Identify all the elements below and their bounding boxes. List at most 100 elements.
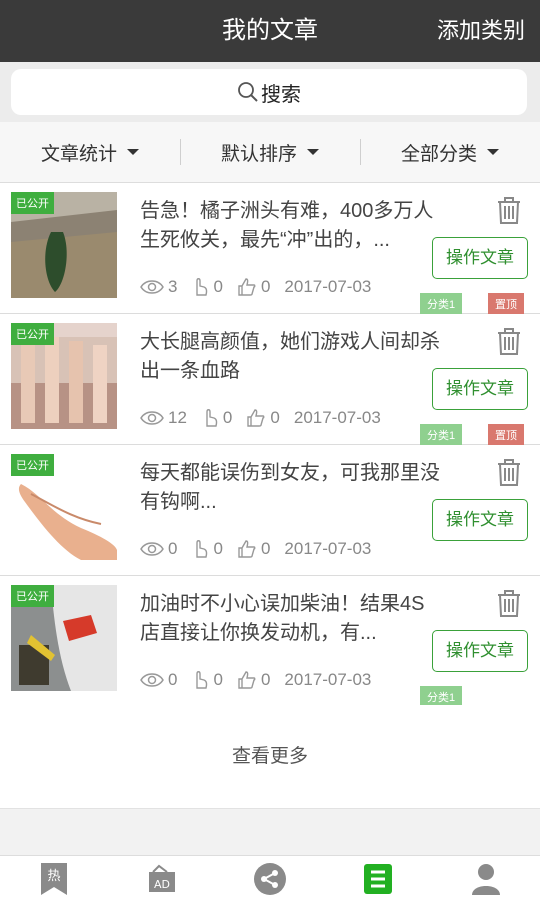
filter-category[interactable]: 全部分类 bbox=[360, 122, 540, 182]
article-title[interactable]: 加油时不小心误加柴油！结果4S店直接让你换发动机，有... bbox=[140, 590, 440, 648]
pinned-tag: 置顶 bbox=[488, 293, 524, 315]
category-tag: 分类1 bbox=[420, 293, 463, 315]
bottom-tab-bar: 热 AD bbox=[0, 855, 540, 901]
search-input[interactable]: 搜索 bbox=[11, 69, 527, 115]
tap-hand-icon bbox=[206, 409, 218, 427]
article-item[interactable]: 已公开 加油时不小心误加柴油！结果4S店直接让你换发动机，有... 0 0 0 … bbox=[0, 576, 540, 708]
thumbs-up-icon bbox=[247, 409, 265, 427]
article-thumbnail[interactable]: 已公开 bbox=[11, 192, 117, 298]
svg-text:AD: AD bbox=[154, 878, 170, 891]
thumbs-up-icon bbox=[238, 671, 256, 689]
views-count: 0 bbox=[168, 539, 178, 558]
caret-down-icon bbox=[127, 149, 139, 155]
user-icon bbox=[472, 863, 500, 895]
tap-hand-icon bbox=[196, 540, 208, 558]
tap-hand-icon bbox=[196, 671, 208, 689]
clicks-stat: 0 bbox=[201, 408, 232, 428]
views-stat: 0 bbox=[140, 670, 177, 690]
operate-article-button[interactable]: 操作文章 bbox=[432, 368, 528, 410]
filter-label: 全部分类 bbox=[400, 143, 477, 165]
article-thumbnail[interactable]: 已公开 bbox=[11, 323, 117, 429]
trash-icon[interactable] bbox=[494, 457, 524, 487]
clicks-stat: 0 bbox=[191, 277, 223, 297]
article-item[interactable]: 已公开 告急！橘子洲头有难，400多万人生死攸关，最先“冲”出的，... 3 0… bbox=[0, 183, 540, 315]
status-badge: 已公开 bbox=[11, 323, 54, 345]
article-title[interactable]: 每天都能误伤到女友，可我那里没有钩啊... bbox=[140, 459, 440, 517]
article-item[interactable]: 已公开 大长腿高颜值，她们游戏人间却杀出一条血路 12 0 0 2017-07-… bbox=[0, 314, 540, 446]
clicks-stat: 0 bbox=[191, 539, 223, 559]
thumbs-up-icon bbox=[238, 278, 256, 296]
article-stats: 0 0 0 2017-07-03 bbox=[140, 537, 385, 561]
article-title[interactable]: 告急！橘子洲头有难，400多万人生死攸关，最先“冲”出的，... bbox=[140, 197, 440, 255]
likes-count: 0 bbox=[270, 408, 280, 427]
eye-icon bbox=[140, 542, 164, 556]
filter-label: 文章统计 bbox=[40, 143, 117, 165]
status-badge: 已公开 bbox=[11, 192, 54, 214]
tab-articles[interactable] bbox=[324, 856, 432, 901]
caret-down-icon bbox=[307, 149, 319, 155]
filter-article-stats[interactable]: 文章统计 bbox=[0, 122, 180, 182]
filter-label: 默认排序 bbox=[220, 143, 297, 165]
clicks-count: 0 bbox=[213, 277, 223, 296]
eye-icon bbox=[140, 280, 164, 294]
top-bar: 我的文章 添加类别 bbox=[0, 0, 540, 62]
operate-article-button[interactable]: 操作文章 bbox=[432, 499, 528, 541]
tab-hot[interactable]: 热 bbox=[0, 856, 108, 901]
article-list: 已公开 告急！橘子洲头有难，400多万人生死攸关，最先“冲”出的，... 3 0… bbox=[0, 183, 540, 708]
article-date: 2017-07-03 bbox=[284, 277, 372, 296]
article-title[interactable]: 大长腿高颜值，她们游戏人间却杀出一条血路 bbox=[140, 328, 440, 386]
load-more-button[interactable]: 查看更多 bbox=[0, 705, 540, 809]
share-icon bbox=[254, 862, 286, 895]
add-category-button[interactable]: 添加类别 bbox=[437, 0, 525, 62]
trash-icon[interactable] bbox=[494, 326, 524, 356]
operate-article-button[interactable]: 操作文章 bbox=[432, 630, 528, 672]
svg-text:热: 热 bbox=[47, 869, 60, 884]
views-count: 3 bbox=[168, 277, 178, 296]
likes-count: 0 bbox=[260, 670, 271, 689]
article-stats: 12 0 0 2017-07-03 bbox=[140, 406, 395, 430]
views-stat: 0 bbox=[140, 539, 177, 559]
thumbs-up-icon bbox=[238, 540, 256, 558]
likes-stat: 0 bbox=[237, 539, 270, 559]
caret-down-icon bbox=[487, 149, 499, 155]
search-icon bbox=[238, 82, 258, 102]
search-bar: 搜索 bbox=[0, 62, 540, 122]
views-count: 12 bbox=[168, 408, 187, 427]
eye-icon bbox=[140, 673, 164, 687]
views-stat: 12 bbox=[140, 408, 187, 428]
operate-article-button[interactable]: 操作文章 bbox=[432, 237, 528, 279]
clicks-stat: 0 bbox=[191, 670, 223, 690]
category-tag: 分类1 bbox=[420, 424, 463, 446]
clicks-count: 0 bbox=[222, 408, 233, 427]
article-item[interactable]: 已公开 每天都能误伤到女友，可我那里没有钩啊... 0 0 0 2017-07-… bbox=[0, 445, 540, 576]
clicks-count: 0 bbox=[213, 670, 223, 689]
search-label: 搜索 bbox=[261, 83, 301, 106]
filter-sort[interactable]: 默认排序 bbox=[180, 122, 360, 182]
likes-stat: 0 bbox=[237, 670, 270, 690]
article-stats: 3 0 0 2017-07-03 bbox=[140, 275, 385, 299]
hot-bookmark-icon: 热 bbox=[41, 862, 67, 895]
article-date: 2017-07-03 bbox=[293, 408, 381, 427]
likes-stat: 0 bbox=[246, 408, 280, 428]
status-badge: 已公开 bbox=[11, 585, 54, 607]
likes-count: 0 bbox=[260, 277, 271, 296]
tab-ad[interactable]: AD bbox=[108, 856, 216, 901]
likes-stat: 0 bbox=[237, 277, 270, 297]
clicks-count: 0 bbox=[213, 539, 223, 558]
views-count: 0 bbox=[168, 670, 178, 689]
views-stat: 3 bbox=[140, 277, 177, 297]
trash-icon[interactable] bbox=[494, 588, 524, 618]
eye-icon bbox=[140, 411, 164, 425]
tab-share[interactable] bbox=[216, 856, 324, 901]
article-thumbnail[interactable]: 已公开 bbox=[11, 454, 117, 560]
article-thumbnail[interactable]: 已公开 bbox=[11, 585, 117, 691]
status-badge: 已公开 bbox=[11, 454, 54, 476]
ad-icon: AD bbox=[149, 864, 175, 892]
tap-hand-icon bbox=[196, 278, 208, 296]
article-list-icon bbox=[364, 863, 392, 894]
tab-profile[interactable] bbox=[432, 856, 540, 901]
pinned-tag: 置顶 bbox=[488, 424, 524, 446]
article-date: 2017-07-03 bbox=[284, 670, 372, 689]
trash-icon[interactable] bbox=[494, 195, 524, 225]
filter-bar: 文章统计 默认排序 全部分类 bbox=[0, 122, 540, 183]
